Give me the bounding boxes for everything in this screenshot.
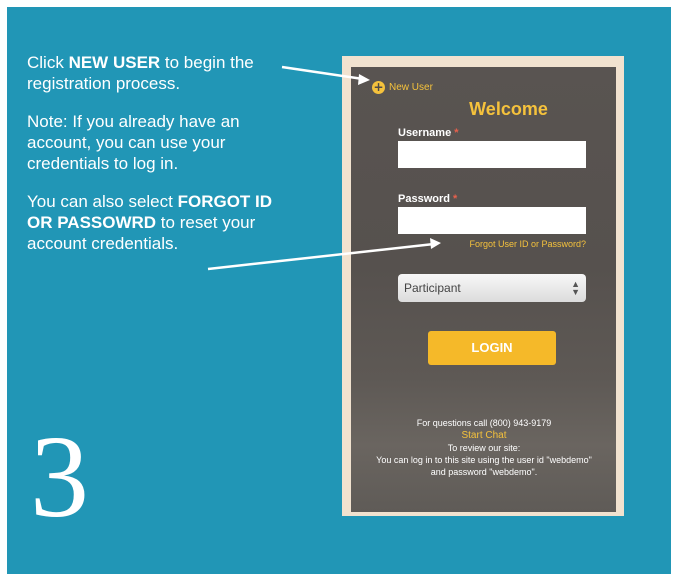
start-chat-link[interactable]: Start Chat <box>344 429 624 442</box>
username-label: Username * <box>398 127 459 139</box>
welcome-title: Welcome <box>469 99 548 119</box>
login-button[interactable]: LOGIN <box>428 331 556 365</box>
review-text-1: To review our site: <box>447 443 521 453</box>
password-input[interactable] <box>398 207 586 234</box>
login-footer: For questions call (800) 943-9179 Start … <box>344 417 624 478</box>
role-select-value: Participant <box>404 281 461 295</box>
username-input[interactable] <box>398 141 586 168</box>
role-select[interactable]: Participant ▲ ▼ <box>398 274 586 302</box>
forgot-instruction: You can also select FORGOT ID OR PASSOWR… <box>27 192 273 253</box>
step-number: 3 <box>30 411 89 542</box>
review-text-2: You can log in to this site using the us… <box>376 455 592 465</box>
existing-account-note: Note: If you already have an account, yo… <box>27 112 240 173</box>
plus-circle-icon: + <box>372 80 385 94</box>
review-text-3: and password "webdemo". <box>430 467 538 477</box>
new-user-link[interactable]: + New User <box>372 81 433 94</box>
forgot-credentials-link[interactable]: Forgot User ID or Password? <box>398 239 586 249</box>
questions-phone: For questions call (800) 943-9179 <box>416 418 552 428</box>
instructions: Click NEW USER to begin the registration… <box>27 52 297 271</box>
new-user-instruction: Click NEW USER to begin the registration… <box>27 53 254 93</box>
new-user-label: New User <box>389 82 433 93</box>
select-arrows-icon: ▲ ▼ <box>571 279 580 297</box>
password-label: Password * <box>398 193 458 205</box>
